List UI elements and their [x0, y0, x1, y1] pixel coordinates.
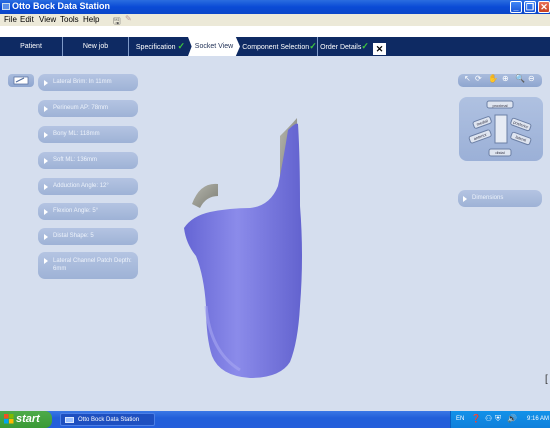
orientation-cube-panel: proximal medial posterior anterior later…	[459, 97, 543, 161]
tab-label: Order Details	[320, 44, 362, 51]
pointer-icon[interactable]: ↖	[464, 74, 471, 83]
pan-hand-icon[interactable]: ✋	[488, 74, 498, 83]
menu-edit[interactable]: Edit	[20, 15, 34, 24]
dimensions-label: Dimensions	[472, 195, 504, 201]
tab-label: Specification	[135, 44, 176, 51]
param-label: Soft ML: 136mm	[53, 157, 98, 163]
close-tab-icon[interactable]: ✕	[373, 43, 386, 55]
param-label: Lateral Brim: In 11mm	[53, 79, 112, 85]
socket-inner-surface-rear	[192, 183, 218, 208]
menu-help[interactable]: Help	[83, 15, 99, 24]
param-label: Distal Shape: 5	[53, 233, 94, 239]
tab-patient[interactable]: Patient	[0, 37, 62, 56]
volume-icon[interactable]: 🔊	[507, 414, 517, 423]
param-adduction-angle[interactable]: Adduction Angle: 12°	[38, 178, 138, 195]
menu-file[interactable]: File	[4, 15, 17, 24]
socket-outer-shell	[184, 123, 302, 378]
tab-socket-view[interactable]: Socket View	[188, 37, 240, 56]
app-icon	[2, 3, 10, 10]
param-flexion-angle[interactable]: Flexion Angle: 5°	[38, 203, 138, 220]
param-distal-shape[interactable]: Distal Shape: 5	[38, 228, 138, 245]
zoom-window-icon[interactable]: ⊕	[502, 74, 509, 83]
expand-arrow-icon	[44, 158, 48, 164]
close-button[interactable]: ✕	[538, 1, 550, 13]
tab-specification[interactable]: Specification ✓	[128, 37, 192, 56]
zoom-in-icon[interactable]: 🔍	[515, 74, 525, 83]
expand-arrow-icon	[44, 80, 48, 86]
window-title: Otto Bock Data Station	[12, 1, 111, 11]
start-label: start	[16, 413, 40, 425]
maximize-button[interactable]: ❐	[524, 1, 536, 13]
zoom-out-icon[interactable]: ⊖	[528, 74, 535, 83]
network-icon[interactable]: ⚇	[485, 414, 492, 423]
cube-label: distal	[495, 150, 504, 155]
edit-icon	[13, 76, 29, 85]
tab-label: Socket View	[194, 43, 234, 50]
language-indicator[interactable]: EN	[456, 416, 464, 422]
edit-mode-button[interactable]	[8, 74, 34, 87]
menu-tools[interactable]: Tools	[60, 15, 79, 24]
windows-taskbar: start Otto Bock Data Station EN ❓ ⚇ ⛨ 🔊 …	[0, 411, 550, 428]
cube-label: proximal	[492, 103, 507, 108]
expand-arrow-icon	[44, 209, 48, 215]
tab-component-selection[interactable]: Component Selection✓	[242, 37, 317, 56]
check-icon: ✓	[177, 41, 186, 51]
expand-arrow-icon	[463, 196, 467, 202]
param-label: Lateral Channel Patch Depth: 6mm	[53, 258, 132, 272]
application-window: Otto Bock Data Station _ ❐ ✕ File Edit V…	[0, 0, 550, 411]
help-icon[interactable]: ❓	[471, 414, 481, 423]
tab-order-details[interactable]: Order Details✓	[317, 37, 371, 56]
menu-bar: File Edit View Tools Help 🖫 ✎	[0, 14, 550, 26]
expand-arrow-icon	[44, 258, 48, 264]
windows-flag-icon	[4, 414, 14, 424]
shield-icon[interactable]: ⛨	[495, 414, 501, 424]
expand-arrow-icon	[44, 234, 48, 240]
title-bar: Otto Bock Data Station _ ❐ ✕	[0, 0, 550, 14]
menu-view[interactable]: View	[39, 15, 56, 24]
orientation-cube-icon[interactable]: proximal medial posterior anterior later…	[459, 97, 543, 161]
param-lateral-channel-patch-depth[interactable]: Lateral Channel Patch Depth: 6mm	[38, 252, 138, 279]
taskbar-item-label: Otto Bock Data Station	[78, 417, 140, 423]
param-bony-ml[interactable]: Bony ML: 118mm	[38, 126, 138, 143]
tab-label: Patient	[20, 43, 42, 50]
check-icon: ✓	[361, 41, 369, 51]
tab-new-job[interactable]: New job	[62, 37, 128, 56]
brush-icon[interactable]: ✎	[125, 14, 132, 23]
minimize-button[interactable]: _	[510, 1, 522, 13]
param-soft-ml[interactable]: Soft ML: 136mm	[38, 152, 138, 169]
param-perineum-ap[interactable]: Perineum AP: 78mm	[38, 100, 138, 117]
tab-label: New job	[82, 43, 109, 50]
workflow-tab-bar: Patient New job Specification ✓ Socket V…	[0, 26, 550, 73]
clock: 9:16 AM	[527, 416, 550, 422]
socket-view-panel: Lateral Brim: In 11mm Perineum AP: 78mm …	[0, 56, 550, 411]
start-button[interactable]: start	[0, 411, 52, 428]
expand-arrow-icon	[44, 106, 48, 112]
system-tray: EN ❓ ⚇ ⛨ 🔊 9:16 AM	[450, 411, 550, 428]
view-toolbar: ↖ ⟳ ✋ ⊕ 🔍 ⊖	[458, 74, 542, 87]
taskbar-item-otto-bock[interactable]: Otto Bock Data Station	[60, 413, 155, 426]
param-label: Flexion Angle: 5°	[53, 208, 99, 214]
expand-arrow-icon	[44, 184, 48, 190]
expand-arrow-icon	[44, 132, 48, 138]
dimensions-button[interactable]: Dimensions	[458, 190, 542, 207]
check-icon: ✓	[309, 41, 317, 51]
text-cursor-icon: [	[545, 374, 548, 385]
tab-label: Component Selection	[242, 44, 310, 51]
app-icon	[65, 417, 74, 423]
param-label: Bony ML: 118mm	[53, 131, 100, 137]
rotate-icon[interactable]: ⟳	[475, 74, 482, 83]
param-lateral-brim[interactable]: Lateral Brim: In 11mm	[38, 74, 138, 91]
socket-3d-model[interactable]	[170, 116, 310, 386]
param-label: Perineum AP: 78mm	[53, 105, 109, 111]
param-label: Adduction Angle: 12°	[53, 183, 109, 189]
